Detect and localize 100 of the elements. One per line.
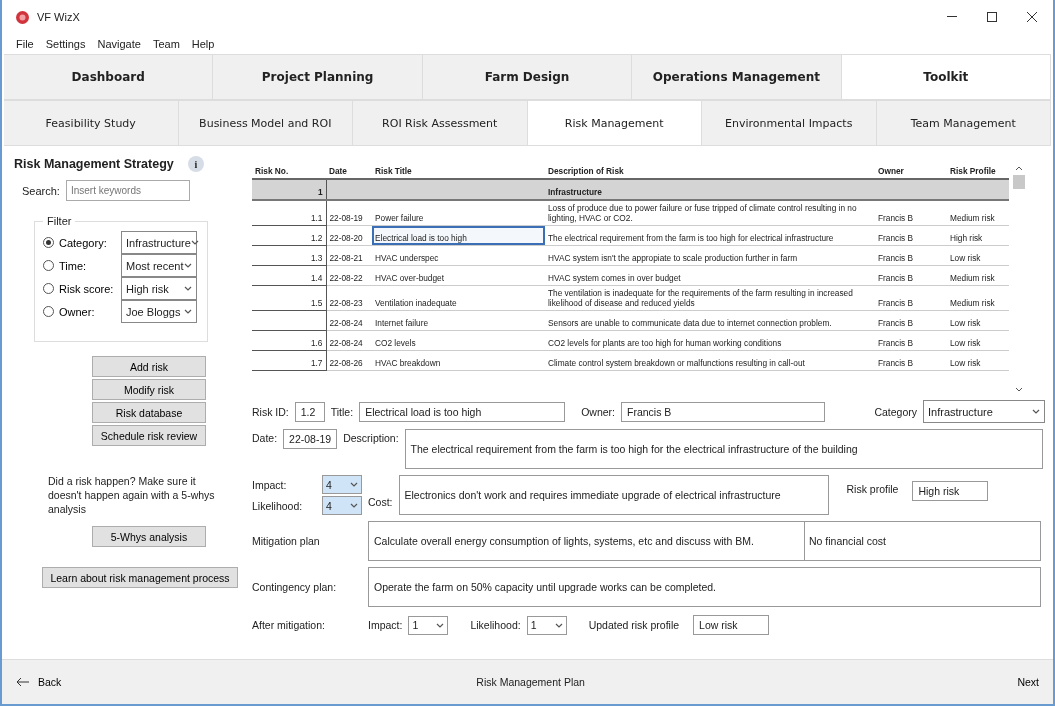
table-cell[interactable]: HVAC breakdown	[372, 350, 545, 371]
date-field[interactable]: 22-08-19	[283, 429, 338, 449]
table-cell[interactable]: Electrical load is too high	[372, 225, 545, 246]
sub-tab[interactable]: Business Model and ROI	[178, 100, 353, 146]
filter-dropdown[interactable]: High risk	[121, 277, 197, 300]
field-label: Updated risk profile	[588, 619, 680, 631]
table-cell: Francis B	[875, 310, 947, 331]
field-label: Likelihood:	[470, 619, 521, 631]
table-cell[interactable]: Internet failure	[372, 310, 545, 331]
owner-field[interactable]: Francis B	[620, 401, 825, 422]
back-button[interactable]: Back	[16, 676, 62, 688]
menu-item[interactable]: Help	[191, 38, 215, 50]
menu-item[interactable]: Settings	[45, 38, 86, 50]
impact-dropdown[interactable]: 1	[408, 615, 449, 635]
risk-profile-field[interactable]: High risk	[912, 481, 989, 501]
action-button[interactable]: Schedule risk review	[92, 425, 206, 446]
table-cell[interactable]: CO2 levels	[372, 330, 545, 351]
filter-radio[interactable]: Category:	[43, 236, 107, 249]
impact-dropdown[interactable]: 4	[322, 475, 362, 494]
close-icon[interactable]	[1027, 12, 1037, 22]
mitigation-field[interactable]: Calculate overall energy consumption of lights, systems, etc and discuss with BM. No financial cost	[368, 521, 1041, 561]
main-tab[interactable]: Project Planning	[213, 54, 423, 100]
field-label: After mitigation:	[252, 619, 326, 631]
sub-tab[interactable]: ROI Risk Assessment	[353, 100, 528, 146]
sub-tab[interactable]: Risk Management	[527, 100, 702, 146]
table-cell: Loss of produce due to power failure or fuse tripped of climate control resulting in no lighting, HVAC or CO2.	[545, 200, 875, 226]
table-cell: 22-08-23	[326, 285, 372, 311]
filter-dropdown[interactable]: Most recent	[121, 254, 197, 277]
table-cell: 1.7	[252, 350, 326, 371]
learn-button[interactable]: Learn about risk management process	[42, 567, 238, 588]
table-cell: The ventilation is inadequate for the requirements of the farm resulting in increased likelihood of disease and reduced yields	[545, 285, 875, 311]
main-tab[interactable]: Farm Design	[422, 54, 633, 100]
action-button[interactable]: Risk database	[92, 402, 206, 423]
contingency-field[interactable]: Operate the farm on 50% capacity until upgrade works can be completed.	[368, 567, 1041, 607]
scroll-up-icon[interactable]	[1015, 166, 1023, 171]
sub-tab[interactable]: Team Management	[876, 100, 1051, 146]
main-tab[interactable]: Toolkit	[841, 54, 1052, 100]
field-label: Risk profile	[846, 483, 899, 495]
footer-title: Risk Management Plan	[476, 676, 585, 688]
table-cell[interactable]: HVAC over-budget	[372, 265, 545, 286]
menu-item[interactable]: Navigate	[97, 38, 141, 50]
whys-button[interactable]: 5-Whys analysis	[92, 526, 206, 547]
table-cell[interactable]: HVAC underspec	[372, 245, 545, 266]
field-label: Description:	[343, 432, 399, 444]
table-cell: Medium risk	[947, 285, 1009, 311]
scroll-thumb[interactable]	[1013, 175, 1025, 189]
menu-item[interactable]: Team	[152, 38, 180, 50]
filter-radio[interactable]: Time:	[43, 259, 87, 272]
table-cell: 1	[252, 179, 326, 200]
table-cell[interactable]: Power failure	[372, 200, 545, 226]
table-cell: 1.1	[252, 200, 326, 226]
table-cell: 1.4	[252, 265, 326, 286]
filter-radio[interactable]: Owner:	[43, 305, 95, 318]
filter-dropdown[interactable]: Joe Bloggs	[121, 300, 197, 323]
action-button[interactable]: Add risk	[92, 356, 206, 377]
field-label: Title:	[330, 405, 354, 418]
likelihood-dropdown[interactable]: 4	[322, 496, 362, 515]
app-logo-icon	[16, 10, 29, 24]
table-cell: The electrical requirement from the farm is too high for electrical infrastructure	[545, 225, 875, 246]
likelihood-dropdown[interactable]: 1	[526, 615, 567, 635]
table-cell: Climate control system breakdown or malfunctions resulting in call-out	[545, 350, 875, 371]
minimize-icon[interactable]	[947, 16, 957, 18]
filter-radio[interactable]: Risk score:	[43, 282, 114, 295]
scroll-down-icon[interactable]	[1015, 387, 1023, 392]
main-tab[interactable]: Operations Management	[632, 54, 842, 100]
next-button[interactable]: Next	[1017, 676, 1039, 688]
table-cell: 1.6	[252, 330, 326, 351]
category-dropdown[interactable]: Infrastructure	[923, 400, 1045, 423]
field-label: Likelihood:	[252, 499, 304, 512]
table-cell: 22-08-19	[326, 200, 372, 226]
main-tab[interactable]: Dashboard	[4, 54, 214, 100]
table-cell: Francis B	[875, 285, 947, 311]
window-title: VF WizX	[37, 11, 81, 23]
menu-item[interactable]: File	[16, 38, 34, 50]
title-field[interactable]: Electrical load is too high	[359, 401, 566, 422]
info-button[interactable]: i	[187, 156, 204, 172]
table-cell: Infrastructure	[545, 179, 875, 200]
table-cell: Sensors are unable to communicate data due to internet connection problem.	[545, 310, 875, 331]
risk-id-field[interactable]: 1.2	[294, 401, 325, 422]
search-field[interactable]: Insert keywords	[65, 180, 190, 201]
filter-dropdown[interactable]: Infrastructure	[121, 231, 197, 254]
description-field[interactable]: The electrical requirement from the farm is too high for the electrical infrastructure of the building	[404, 429, 1043, 469]
table-cell: Francis B	[875, 245, 947, 266]
table-cell: Francis B	[875, 225, 947, 246]
table-cell: 22-08-24	[326, 330, 372, 351]
table-cell: 22-08-26	[326, 350, 372, 371]
updated-profile-field[interactable]: Low risk	[693, 615, 770, 635]
field-label: Impact:	[252, 478, 288, 491]
field-label: Cost:	[368, 496, 393, 508]
table-cell: HVAC system comes in over budget	[545, 265, 875, 286]
whys-prompt: Did a risk happen? Make sure it doesn't happen again with a 5-whys analysis	[48, 474, 216, 516]
table-cell: High risk	[947, 225, 1009, 246]
sub-tab[interactable]: Environmental Impacts	[702, 100, 877, 146]
field-label: Contingency plan:	[252, 581, 338, 593]
action-button[interactable]: Modify risk	[92, 379, 206, 400]
maximize-icon[interactable]	[987, 12, 997, 22]
sub-tab[interactable]: Feasibility Study	[4, 100, 179, 146]
table-cell[interactable]: Ventilation inadequate	[372, 285, 545, 311]
table-cell: Medium risk	[947, 265, 1009, 286]
cost-field[interactable]: Electronics don't work and requires immediate upgrade of electrical infrastructure	[398, 475, 829, 515]
